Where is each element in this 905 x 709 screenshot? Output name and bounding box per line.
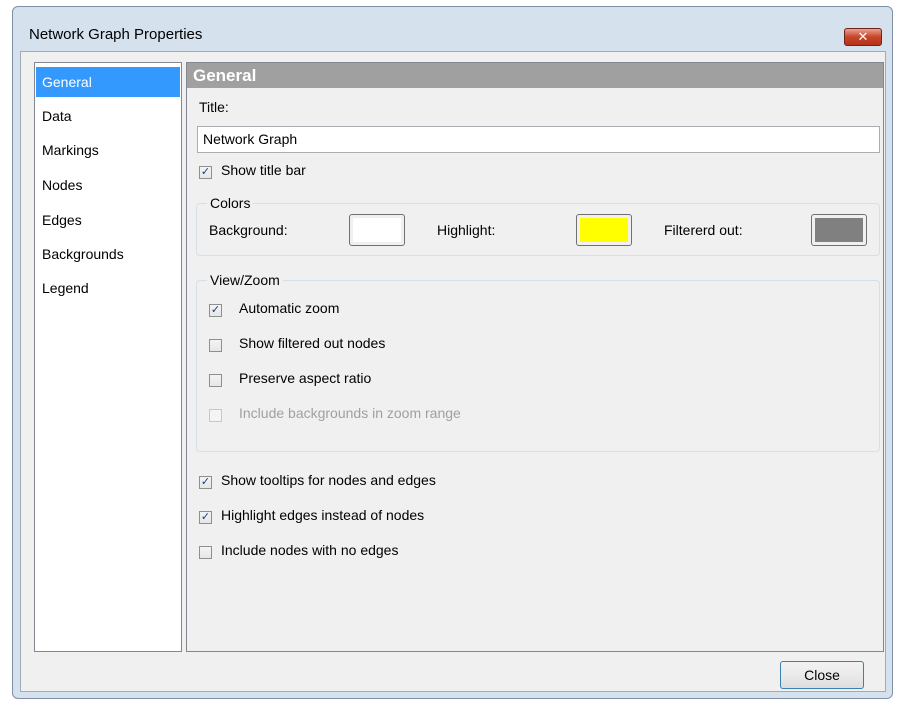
background-color-label: Background: [209,222,288,238]
show-tooltips-label[interactable]: Show tooltips for nodes and edges [221,472,436,488]
sidebar-item-general[interactable]: General [36,67,180,97]
title-input[interactable]: Network Graph [197,126,880,153]
colors-group: Colors Background: Highlight: Filtererd … [196,195,880,256]
filtered-out-color-label: Filtererd out: [664,222,743,238]
sidebar-item-nodes[interactable]: Nodes [36,170,180,200]
show-filtered-out-nodes-label[interactable]: Show filtered out nodes [239,335,385,351]
window-close-button[interactable]: ✕ [844,28,882,46]
background-color-swatch[interactable] [349,214,405,246]
include-backgrounds-label: Include backgrounds in zoom range [239,405,461,421]
sidebar-item-data[interactable]: Data [36,101,180,131]
view-zoom-group: View/Zoom ✓ Automatic zoom Show filtered… [196,272,880,452]
highlight-color-label: Highlight: [437,222,496,238]
properties-dialog: Network Graph Properties ✕ General Data … [12,6,893,699]
title-bar: Network Graph Properties ✕ [13,7,892,51]
view-zoom-group-legend: View/Zoom [207,272,283,288]
preserve-aspect-ratio-checkbox[interactable] [209,374,222,387]
include-no-edges-checkbox[interactable] [199,546,212,559]
close-button[interactable]: Close [780,661,864,689]
colors-group-legend: Colors [207,195,254,211]
show-filtered-out-nodes-checkbox[interactable] [209,339,222,352]
close-icon: ✕ [857,29,869,44]
sidebar-item-markings[interactable]: Markings [36,135,180,165]
check-icon: ✓ [200,476,211,488]
sidebar-item-edges[interactable]: Edges [36,205,180,235]
automatic-zoom-checkbox[interactable]: ✓ [209,304,222,317]
title-label: Title: [199,99,229,115]
preserve-aspect-ratio-label[interactable]: Preserve aspect ratio [239,370,371,386]
include-backgrounds-checkbox [209,409,222,422]
check-icon: ✓ [200,166,211,178]
filtered-out-color-swatch[interactable] [811,214,867,246]
window-title: Network Graph Properties [29,26,203,43]
check-icon: ✓ [210,304,221,316]
title-input-value: Network Graph [203,131,298,147]
include-no-edges-label[interactable]: Include nodes with no edges [221,542,398,558]
highlight-edges-checkbox[interactable]: ✓ [199,511,212,524]
sidebar-item-legend[interactable]: Legend [36,273,180,303]
automatic-zoom-label[interactable]: Automatic zoom [239,300,339,316]
check-icon: ✓ [200,511,211,523]
highlight-color-swatch[interactable] [576,214,632,246]
show-title-bar-label[interactable]: Show title bar [221,162,306,178]
panel-header: General [187,63,883,88]
highlight-color-fill [580,218,628,242]
category-list: General Data Markings Nodes Edges Backgr… [34,62,182,652]
filtered-out-color-fill [815,218,863,242]
settings-panel: General Title: Network Graph ✓ Show titl… [186,62,884,652]
show-title-bar-checkbox[interactable]: ✓ [199,166,212,179]
highlight-edges-label[interactable]: Highlight edges instead of nodes [221,507,424,523]
background-color-fill [353,218,401,242]
sidebar-item-backgrounds[interactable]: Backgrounds [36,239,180,269]
dialog-client-area: General Data Markings Nodes Edges Backgr… [20,51,886,692]
show-tooltips-checkbox[interactable]: ✓ [199,476,212,489]
